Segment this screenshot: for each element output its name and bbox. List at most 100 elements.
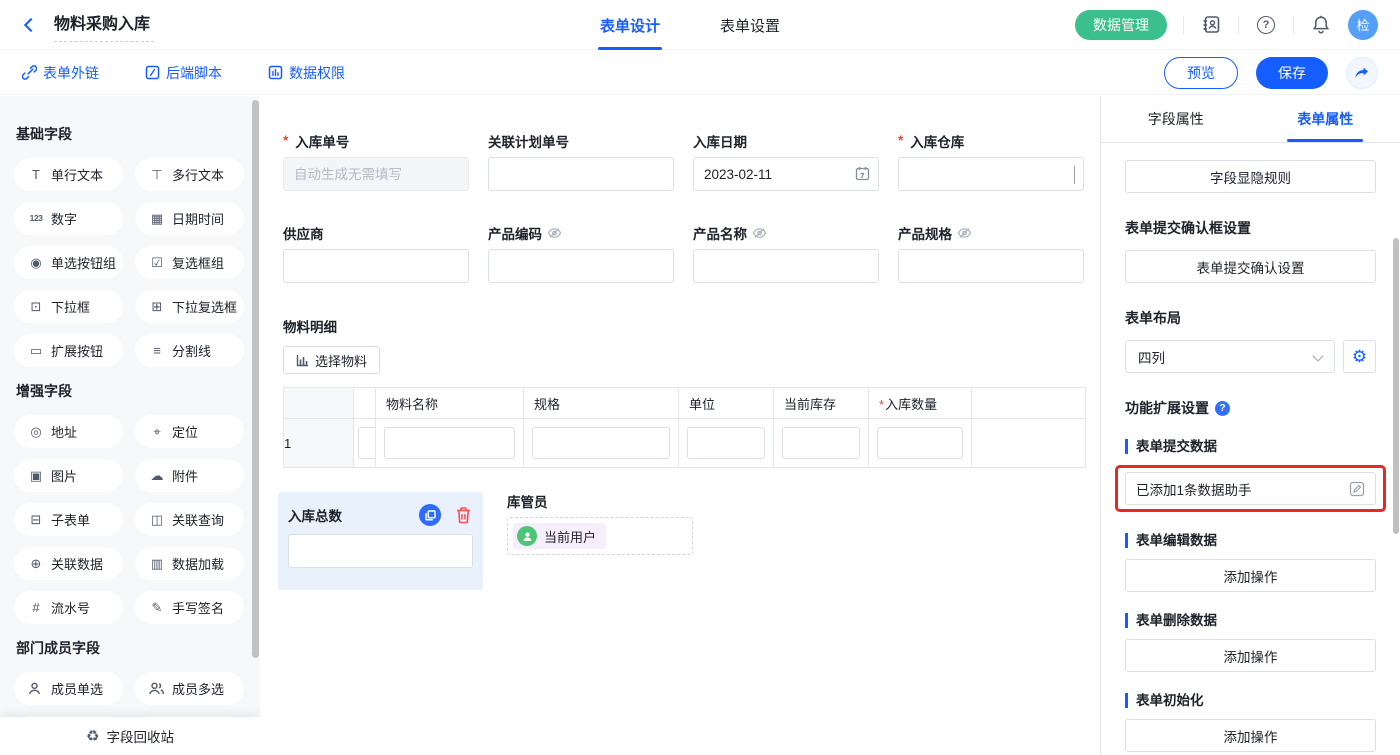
field-visibility-rules-button[interactable]: 字段显隐规则 [1125,160,1376,193]
attachment-icon: ☁ [149,469,165,482]
sidebar-item-linked-query[interactable]: ◫关联查询 [135,503,244,536]
data-permission-link[interactable]: 数据权限 [268,63,345,83]
column-header-index [284,388,354,419]
address-book-icon[interactable] [1200,14,1222,36]
data-manage-button[interactable]: 数据管理 [1075,10,1167,40]
field-keeper[interactable]: 库管员 当前用户 [507,492,693,590]
form-canvas[interactable]: 入库单号 关联计划单号 入库日期 入库仓库 [260,96,1100,755]
tab-field-properties[interactable]: 字段属性 [1101,96,1251,142]
select-material-button[interactable]: 选择物料 [283,346,380,374]
multi-select-icon: ⊞ [149,300,165,313]
supplier-input[interactable] [283,249,469,283]
total-input[interactable] [288,534,473,568]
form-external-link[interactable]: 表单外链 [22,63,99,83]
sidebar-item-single-line-text[interactable]: T单行文本 [14,158,123,191]
save-button[interactable]: 保存 [1256,57,1328,89]
share-button[interactable] [1346,57,1378,89]
sidebar-item-select[interactable]: ⊡下拉框 [14,290,123,323]
field-product-name[interactable]: 产品名称 [693,224,879,283]
unit-input[interactable] [687,427,765,459]
clipped-cell [354,419,376,468]
sidebar-item-locate[interactable]: ⌖定位 [135,415,244,448]
sidebar-item-linked-data[interactable]: ⊕关联数据 [14,547,123,580]
permission-icon [268,65,283,80]
field-label: 产品编码 [488,223,542,243]
help-icon[interactable]: ? [1255,14,1277,36]
clipped-cell-input[interactable] [358,427,375,459]
field-inbound-date[interactable]: 入库日期 [693,132,879,191]
data-assistant-button[interactable]: 已添加1条数据助手 [1125,472,1376,505]
add-action-button-delete[interactable]: 添加操作 [1125,639,1376,672]
sidebar-item-number[interactable]: 123数字 [14,202,123,235]
stock-input[interactable] [782,427,860,459]
inbound-no-input[interactable] [283,157,469,191]
column-header-trailing [972,388,1086,419]
copy-field-icon[interactable] [419,504,441,526]
add-action-button-edit[interactable]: 添加操作 [1125,559,1376,592]
unit-cell [679,419,774,468]
field-warehouse[interactable]: 入库仓库 [898,132,1084,191]
datetime-icon: ▦ [149,212,165,225]
multi-line-text-icon: ⊤ [149,168,165,181]
product-name-input[interactable] [693,249,879,283]
sidebar-item-signature[interactable]: ✎手写签名 [135,591,244,624]
sidebar-item-subform[interactable]: ⊟子表单 [14,503,123,536]
add-action-button-init[interactable]: 添加操作 [1125,719,1376,752]
preview-button[interactable]: 预览 [1164,57,1238,89]
field-label: 关联计划单号 [488,132,674,149]
plan-no-input[interactable] [488,157,674,191]
gear-icon: ⚙ [1352,347,1367,367]
material-detail-table[interactable]: 物料名称 规格 单位 当前库存 入库数量 1 [283,387,1086,468]
column-header-unit: 单位 [679,388,774,419]
sidebar-item-data-load[interactable]: ▥数据加载 [135,547,244,580]
sidebar-item-radio-group[interactable]: ◉单选按钮组 [14,246,123,279]
notification-bell-icon[interactable] [1310,14,1332,36]
tab-form-design[interactable]: 表单设计 [600,0,660,50]
sidebar-item-address[interactable]: ◎地址 [14,415,123,448]
sidebar-item-divider[interactable]: ≡分割线 [135,334,244,367]
tab-form-properties[interactable]: 表单属性 [1251,96,1400,142]
sidebar-item-checkbox-group[interactable]: ☑复选框组 [135,246,244,279]
product-spec-input[interactable] [898,249,1084,283]
user-icon [517,526,537,546]
field-plan-no[interactable]: 关联计划单号 [488,132,674,191]
product-code-input[interactable] [488,249,674,283]
sidebar-item-datetime[interactable]: ▦日期时间 [135,202,244,235]
layout-settings-button[interactable]: ⚙ [1343,340,1376,373]
material-name-input[interactable] [384,427,515,459]
panel-scrollbar[interactable] [1393,238,1399,534]
form-title[interactable]: 物料采购入库 [54,8,154,42]
warehouse-select[interactable] [898,157,1084,191]
sidebar-item-multi-select[interactable]: ⊞下拉复选框 [135,290,244,323]
sidebar-item-multi-line-text[interactable]: ⊤多行文本 [135,158,244,191]
column-header-clipped [354,388,376,419]
inbound-date-input[interactable] [693,157,879,191]
sidebar-item-member-multi[interactable]: 成员多选 [135,672,244,705]
edit-pencil-icon[interactable] [1349,481,1365,497]
field-inbound-no[interactable]: 入库单号 [283,132,469,191]
layout-select[interactable]: 四列 [1125,340,1335,373]
backend-script-link[interactable]: 后端脚本 [145,63,222,83]
sidebar-item-member-single[interactable]: 成员单选 [14,672,123,705]
sidebar-item-image[interactable]: ▣图片 [14,459,123,492]
help-badge-icon[interactable]: ? [1215,401,1230,416]
sidebar-scrollbar[interactable] [252,100,259,658]
submit-confirm-settings-button[interactable]: 表单提交确认设置 [1125,250,1376,283]
subsection-submit-data: 表单提交数据 [1125,439,1376,454]
field-recycle-bin[interactable]: ♻ 字段回收站 [0,717,260,755]
qty-input[interactable] [877,427,963,459]
sidebar-item-attachment[interactable]: ☁附件 [135,459,244,492]
sidebar-item-extend-button[interactable]: ▭扩展按钮 [14,334,123,367]
field-total-selected[interactable]: 入库总数 [278,492,483,590]
keeper-value-box[interactable]: 当前用户 [507,517,693,555]
sidebar-item-serial-number[interactable]: #流水号 [14,591,123,624]
panel-tabs: 字段属性 表单属性 [1101,96,1400,143]
delete-field-icon[interactable] [453,505,473,525]
field-product-spec[interactable]: 产品规格 [898,224,1084,283]
back-button[interactable] [20,14,42,36]
field-supplier[interactable]: 供应商 [283,224,469,283]
spec-input[interactable] [532,427,670,459]
field-product-code[interactable]: 产品编码 [488,224,674,283]
user-avatar[interactable]: 检 [1348,10,1378,40]
tab-form-settings[interactable]: 表单设置 [720,0,780,50]
